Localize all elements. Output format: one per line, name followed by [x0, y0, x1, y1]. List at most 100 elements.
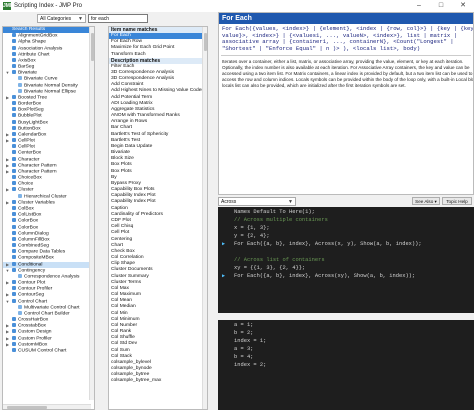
item-list-item-label: Col Min: [111, 310, 128, 316]
object-icon: [12, 51, 16, 56]
tree-item-label: AxisBox: [18, 58, 36, 64]
chevron-down-icon: ▼: [78, 16, 83, 22]
item-list-item-label: Transform Each: [111, 51, 146, 57]
item-list-item-label: Check Box: [111, 248, 135, 254]
item-list-item-label: Add Potential Term: [111, 94, 153, 100]
tree-item-label: ContourSeg: [18, 292, 45, 298]
tree-item-label: CalendarBox: [18, 132, 47, 138]
item-list-item-label: Bartlett's Test: [111, 137, 141, 143]
object-icon: [12, 57, 16, 62]
item-list-item-label: Bar Chart: [111, 125, 132, 131]
object-icon: [12, 94, 16, 99]
description-block: Iterates over a container, either a list…: [219, 57, 473, 91]
run-arrow-icon[interactable]: ▶: [222, 240, 225, 248]
see-also-button[interactable]: See Also ▾: [412, 197, 440, 205]
run-arrow-icon[interactable]: ▶: [222, 272, 225, 280]
output-line: index = 2;: [234, 362, 267, 368]
item-list-vscrollbar[interactable]: [202, 27, 207, 409]
code-line: ▶ For Each({a, b}, index}, Across(x, y), …: [218, 240, 474, 248]
topic-help-button[interactable]: Topic Help: [442, 197, 472, 205]
item-list-vscroll-thumb[interactable]: [204, 33, 207, 51]
item-list-item-label: 3D Correspondence Analysis: [111, 69, 175, 75]
chevron-down-icon: ▼: [288, 199, 293, 205]
category-dropdown-value: All Categories: [40, 16, 72, 22]
item-list-item-label: Col Stack: [111, 353, 132, 359]
item-list-item-label: Col Sum: [111, 347, 130, 353]
object-icon: [12, 175, 16, 180]
tree-item-label: Alpha Shape: [18, 39, 47, 45]
object-icon: [12, 261, 16, 266]
object-icon: [12, 335, 16, 340]
example-code-editor[interactable]: Names Default To Here(1); // Across multi…: [218, 207, 474, 313]
item-list-item-label: Chart: [111, 242, 123, 248]
tree-item-label: BubblePlot: [18, 113, 42, 119]
object-list-panel: Search Results AlignmentGridBox Alpha Shap…: [2, 26, 95, 410]
tree-item-label: BarSeg: [18, 64, 35, 70]
object-list-vscrollbar[interactable]: [89, 27, 94, 400]
object-icon: [12, 119, 16, 124]
object-icon: [12, 107, 16, 112]
object-icon: [12, 347, 16, 352]
object-icon: [12, 101, 16, 106]
tree-item-label: BusyLightBox: [18, 119, 48, 125]
tree-item-label: Boosted Tree: [18, 95, 48, 101]
output-line: a = 1;: [234, 322, 254, 328]
item-list-item-label: Arrange in Rows: [111, 119, 148, 125]
maximize-icon[interactable]: □: [430, 0, 452, 12]
item-name-matches-list: For Each For Each Row Maximize for Each Gr…: [109, 33, 207, 58]
detail-title: For Each: [219, 13, 473, 24]
tree-item-label: Cluster: [18, 187, 34, 193]
code-line: xy = {{1, 3}, {2, 4}};: [218, 264, 474, 272]
tree-item-label: Search Results: [12, 27, 46, 32]
item-list-item-label: Box Plots: [111, 162, 132, 168]
object-icon: [12, 255, 16, 260]
example-scope-value: Across: [221, 199, 237, 205]
tree-item-label: CompositeMBox: [18, 255, 54, 261]
item-list-item-label: Cell Chisq: [111, 224, 134, 230]
object-list-vscroll-thumb[interactable]: [91, 33, 94, 61]
minimize-icon[interactable]: –: [408, 0, 430, 12]
code-line: y = {2, 4};: [218, 232, 474, 240]
object-list-hscroll-thumb[interactable]: [7, 406, 47, 409]
object-icon: [12, 224, 16, 229]
syntax-block: For Each({values, <index>} | {element}, …: [219, 24, 473, 54]
tree-item-label: Choice: [18, 181, 34, 187]
search-input-value: for each: [91, 16, 110, 22]
example-scope-dropdown[interactable]: Across ▼: [218, 197, 296, 206]
jmp-app-icon: JMP: [3, 2, 14, 10]
item-list-item-label: ADI Loading Matrix: [111, 100, 153, 106]
tree-item-label: Control Chart Builder: [24, 311, 70, 317]
object-icon: [12, 249, 16, 254]
search-input[interactable]: for each: [88, 14, 148, 23]
object-list-hscrollbar[interactable]: [3, 404, 91, 409]
code-line: x = {1, 3};: [218, 224, 474, 232]
item-list-item[interactable]: colsample_bytree_max: [109, 378, 207, 384]
item-list-item-label: Capability Index Plot: [111, 193, 156, 199]
item-list-item-label: Col Median: [111, 304, 136, 310]
category-dropdown[interactable]: All Categories ▼: [37, 14, 86, 23]
code-line: ▶ For Each({a, b}, index}, Across(xy), Sh…: [218, 272, 474, 280]
item-list-item-label: colsample_bynode: [111, 366, 152, 372]
tree-item-label: Correspondence Analysis: [24, 274, 80, 280]
tree-item-label: ButtonBox: [18, 126, 41, 132]
output-line: b = 2;: [234, 330, 254, 336]
tree-item-label: Custom Design: [18, 329, 52, 335]
tree-item-label: ColumnFillBox: [18, 237, 50, 243]
object-icon: [12, 280, 16, 285]
example-output-log: a = 1; b = 2; index = 1; a = 3; b = 4; index …: [218, 320, 474, 410]
item-list-panel: Item name matches For Each For Each Row Ma…: [108, 26, 208, 410]
object-icon: [18, 82, 22, 87]
object-icon: [12, 64, 16, 69]
item-list-item-label: Col Number: [111, 322, 138, 328]
object-list: Search Results AlignmentGridBox Alpha Shap…: [3, 27, 94, 354]
item-list-item-label: ANOM with Transformed Ranks: [111, 113, 180, 119]
tree-item-label: ColorBox: [18, 218, 39, 224]
tree-item-label: Control Chart: [18, 298, 48, 304]
description-matches-list: Filter Each 3D Correspondence Analysis 3D …: [109, 64, 207, 385]
item-list-item-label: Capability Box Plots: [111, 187, 155, 193]
tree-item[interactable]: CUSUM Control Chart: [3, 347, 94, 354]
close-icon[interactable]: ✕: [452, 0, 474, 12]
object-icon: [12, 218, 16, 223]
item-list-item-label: For Each Row: [111, 39, 142, 45]
tree-item-label: ColBox: [18, 206, 34, 212]
